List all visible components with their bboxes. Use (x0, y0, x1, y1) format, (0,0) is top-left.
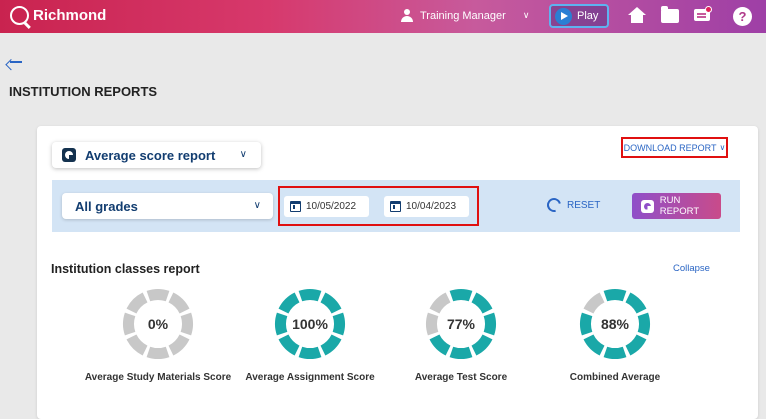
report-icon (62, 148, 76, 162)
play-icon (555, 7, 572, 25)
date-to-field[interactable]: 10/04/2023 (384, 196, 469, 217)
reset-button[interactable]: RESET (544, 195, 601, 215)
run-report-button[interactable]: RUN REPORT (632, 193, 721, 219)
calendar-icon (390, 201, 401, 212)
gauge-value: 0% (147, 316, 169, 332)
help-icon[interactable]: ? (733, 7, 752, 26)
date-to-value: 10/04/2023 (406, 201, 457, 212)
date-from-field[interactable]: 10/05/2022 (284, 196, 369, 217)
chevron-down-icon: ∨ (522, 10, 530, 20)
messages-icon[interactable] (694, 6, 712, 23)
back-arrow-icon[interactable] (9, 56, 23, 68)
gauge-value: 88% (600, 316, 630, 332)
gauge-label: Average Study Materials Score (84, 372, 232, 383)
user-name: Training Manager (420, 9, 506, 22)
download-report-button[interactable]: DOWNLOAD REPORT ∨ (621, 137, 728, 158)
report-type-label: Average score report (85, 147, 216, 163)
grades-label: All grades (75, 198, 138, 214)
gauge-label: Average Assignment Score (245, 372, 375, 383)
grades-select[interactable]: All grades ∨ (62, 193, 273, 219)
date-from-value: 10/05/2022 (306, 201, 357, 212)
gauge-test: 77% (425, 288, 497, 360)
gauge-value: 100% (292, 316, 328, 332)
chevron-down-icon: ∨ (239, 149, 247, 160)
user-menu[interactable]: Training Manager ∨ (401, 9, 529, 22)
top-bar: Richmond Training Manager ∨ Play ? (0, 0, 766, 33)
collapse-link[interactable]: Collapse (673, 263, 710, 274)
chevron-down-icon: ∨ (253, 200, 261, 211)
page-title: INSTITUTION REPORTS (9, 84, 158, 99)
gauge-value: 77% (446, 316, 476, 332)
gauge-study-materials: 0% (122, 288, 194, 360)
calendar-icon (290, 201, 301, 212)
play-label: Play (577, 10, 599, 22)
message-lines (697, 13, 706, 15)
folder-icon[interactable] (661, 6, 679, 23)
report-icon (641, 199, 654, 213)
section-title: Institution classes report (51, 262, 200, 276)
gauge-combined: 88% (579, 288, 651, 360)
gauge-label: Average Test Score (414, 372, 508, 383)
reset-icon (544, 195, 564, 215)
user-icon (401, 9, 413, 22)
download-report-label: DOWNLOAD REPORT (623, 142, 717, 153)
home-icon[interactable] (628, 7, 646, 24)
play-button[interactable]: Play (549, 4, 609, 28)
run-report-label: RUN REPORT (659, 195, 700, 217)
gauge-label: Combined Average (569, 372, 661, 383)
gauge-assignment: 100% (274, 288, 346, 360)
richmond-logo[interactable]: Richmond (10, 6, 106, 25)
notification-dot (705, 6, 712, 13)
report-type-select[interactable]: Average score report ∨ (52, 142, 261, 168)
logo-icon (10, 6, 29, 25)
reset-label: RESET (567, 199, 601, 211)
chevron-down-icon: ∨ (719, 143, 726, 152)
brand-name: Richmond (33, 7, 107, 24)
